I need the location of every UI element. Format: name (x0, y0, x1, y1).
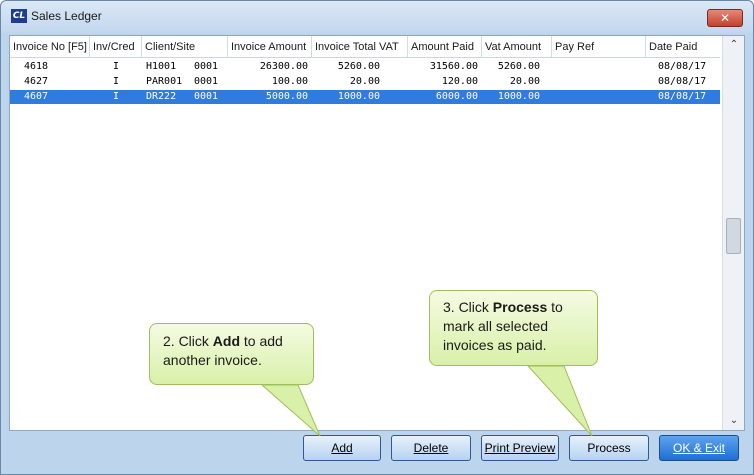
amount-paid-cell: 31560.00 (429, 61, 478, 72)
column-header-client-site[interactable]: Client/Site (142, 36, 228, 58)
grid-header: Invoice No [F5] Inv/Cred Client/Site Inv… (10, 36, 720, 58)
invoice-no-cell: 4627 (24, 76, 49, 87)
pay-ref-cell (556, 90, 646, 104)
ok-exit-button[interactable]: OK & Exit (659, 435, 739, 461)
table-row-selected[interactable]: 4607 I DR222 0001 5000.00 1000.00 6000.0… (10, 90, 720, 104)
print-preview-button[interactable]: Print Preview (481, 435, 559, 461)
table-row[interactable]: 4627 I PAR001 0001 100.00 20.00 120.00 2… (10, 75, 720, 89)
title-bar[interactable]: CL Sales Ledger ✕ (1, 1, 753, 33)
pay-ref-cell (556, 60, 646, 74)
invoice-total-vat-cell: 5260.00 (337, 61, 380, 72)
column-header-date-paid[interactable]: Date Paid (646, 36, 720, 58)
amount-paid-cell: 6000.00 (435, 91, 478, 102)
date-paid-cell: 08/08/17 (658, 76, 707, 87)
process-button[interactable]: Process (569, 435, 649, 461)
invoice-total-vat-cell: 20.00 (349, 76, 380, 87)
inv-cred-cell: I (112, 61, 120, 72)
scroll-thumb[interactable] (726, 218, 741, 254)
column-header-invoice-total-vat[interactable]: Invoice Total VAT (312, 36, 408, 58)
date-paid-cell: 08/08/17 (658, 61, 707, 72)
scroll-up-icon[interactable]: ⌃ (723, 36, 745, 54)
app-logo-icon: CL (11, 9, 27, 23)
vat-amount-cell: 20.00 (509, 76, 540, 87)
window-title: Sales Ledger (31, 9, 102, 23)
ledger-panel: Invoice No [F5] Inv/Cred Client/Site Inv… (9, 35, 745, 431)
add-callout: 2. Click Add to add another invoice. (149, 323, 314, 385)
delete-button[interactable]: Delete (391, 435, 471, 461)
invoice-amount-cell: 5000.00 (265, 91, 308, 102)
invoice-amount-cell: 26300.00 (259, 61, 308, 72)
client-cell: DR222 (146, 91, 177, 102)
grid-rows: 4618 I H1001 0001 26300.00 5260.00 31560… (10, 58, 720, 430)
client-cell: PAR001 (146, 76, 183, 87)
site-cell: 0001 (194, 61, 219, 72)
close-button[interactable]: ✕ (707, 9, 743, 27)
sales-ledger-window: CL Sales Ledger ✕ Invoice No [F5] Inv/Cr… (0, 0, 754, 475)
add-callout-prefix: 2. Click (163, 333, 213, 349)
invoice-total-vat-cell: 1000.00 (337, 91, 380, 102)
vat-amount-cell: 1000.00 (497, 91, 540, 102)
column-header-invoice-no[interactable]: Invoice No [F5] (10, 36, 90, 58)
process-callout: 3. Click Process to mark all selected in… (429, 290, 598, 366)
vertical-scrollbar[interactable]: ⌃ ⌄ (722, 36, 744, 430)
add-button[interactable]: Add (303, 435, 381, 461)
invoice-amount-cell: 100.00 (271, 76, 308, 87)
invoice-grid[interactable]: Invoice No [F5] Inv/Cred Client/Site Inv… (10, 36, 720, 430)
column-header-invoice-amount[interactable]: Invoice Amount (228, 36, 312, 58)
process-callout-bold: Process (492, 299, 548, 315)
invoice-no-cell: 4618 (24, 61, 49, 72)
date-paid-cell: 08/08/17 (658, 91, 707, 102)
column-header-inv-cred[interactable]: Inv/Cred (90, 36, 142, 58)
scroll-down-icon[interactable]: ⌄ (723, 412, 745, 430)
client-cell: H1001 (146, 61, 177, 72)
amount-paid-cell: 120.00 (441, 76, 478, 87)
inv-cred-cell: I (112, 76, 120, 87)
table-row[interactable]: 4618 I H1001 0001 26300.00 5260.00 31560… (10, 60, 720, 74)
column-header-amount-paid[interactable]: Amount Paid (408, 36, 482, 58)
process-callout-prefix: 3. Click (443, 299, 493, 315)
invoice-no-cell: 4607 (24, 91, 49, 102)
inv-cred-cell: I (112, 91, 120, 102)
column-header-vat-amount[interactable]: Vat Amount (482, 36, 552, 58)
column-header-pay-ref[interactable]: Pay Ref (552, 36, 646, 58)
site-cell: 0001 (194, 91, 219, 102)
site-cell: 0001 (194, 76, 219, 87)
vat-amount-cell: 5260.00 (497, 61, 540, 72)
pay-ref-cell (556, 75, 646, 89)
add-callout-bold: Add (212, 333, 241, 349)
